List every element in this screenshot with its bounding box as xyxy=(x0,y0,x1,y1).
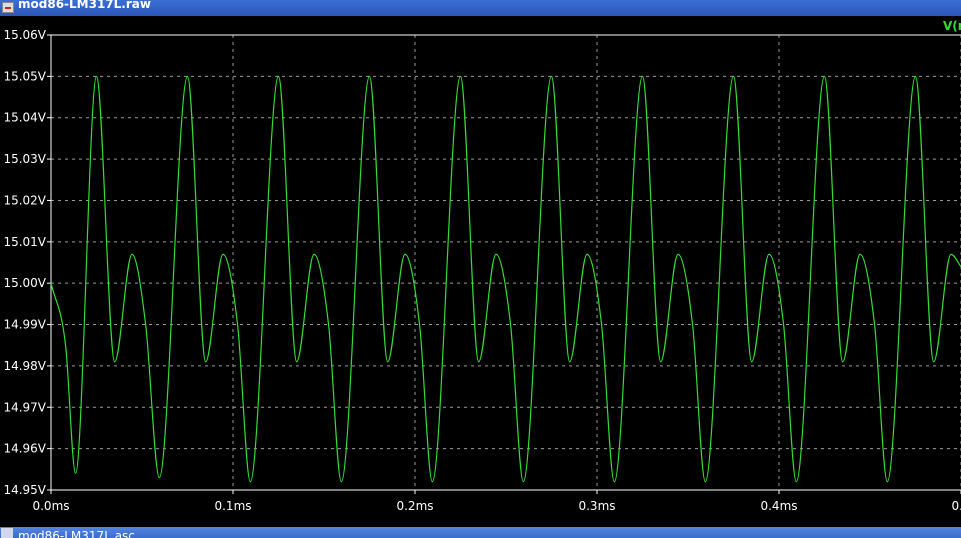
voltage-trace[interactable] xyxy=(50,75,961,483)
y-tick-label: 15.06V xyxy=(3,28,46,42)
waveform-plot[interactable]: 15.06V 15.05V 15.04V 15.03V 15.02V 15.01V 15.0… xyxy=(0,16,961,527)
x-tick-label: 0.1ms xyxy=(214,499,251,513)
window-title: mod86-LM317L.raw xyxy=(18,0,151,11)
x-tick-label: 0.4ms xyxy=(760,499,797,513)
x-tick-label: 0.5 xyxy=(951,499,961,513)
second-window-title: mod86-LM317L.asc xyxy=(18,529,135,538)
y-tick-label: 15.03V xyxy=(3,152,46,166)
y-tick-label: 15.01V xyxy=(3,235,46,249)
y-tick-label: 15.05V xyxy=(3,69,46,83)
y-tick-label: 15.02V xyxy=(3,193,46,207)
y-tick-label: 14.95V xyxy=(3,483,46,497)
schematic-file-icon xyxy=(1,528,13,538)
x-tick-label: 0.0ms xyxy=(32,499,69,513)
waveform-file-icon xyxy=(2,2,14,13)
y-tick-label: 14.98V xyxy=(3,359,46,373)
y-tick-label: 14.96V xyxy=(3,442,46,456)
x-tick-label: 0.3ms xyxy=(578,499,615,513)
window-title-bar[interactable]: mod86-LM317L.raw xyxy=(0,0,961,16)
y-tick-label: 14.99V xyxy=(3,318,46,332)
second-window-title-bar[interactable]: mod86-LM317L.asc xyxy=(0,527,961,538)
plot-frame xyxy=(50,34,961,491)
trace-label[interactable]: V(n xyxy=(943,19,961,33)
y-tick-label: 14.97V xyxy=(3,400,46,414)
y-tick-label: 15.04V xyxy=(3,111,46,125)
x-tick-label: 0.2ms xyxy=(396,499,433,513)
y-tick-label: 15.00V xyxy=(3,276,46,290)
